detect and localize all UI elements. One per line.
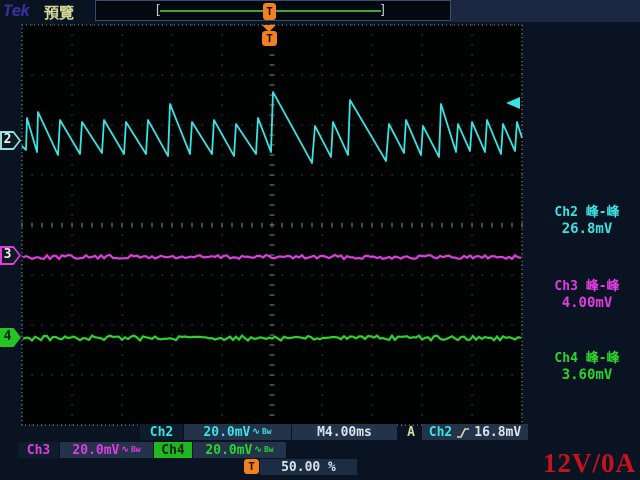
trigger-position-bar-icon[interactable]: T [263, 3, 276, 20]
measurement-ch2-pkpk: Ch2 峰-峰 26.8mV [534, 204, 640, 238]
ch2-scale-readout[interactable]: 20.0mV∿Bw [184, 424, 291, 440]
acq-window-right-bracket: ] [379, 3, 387, 18]
ch3-label-badge[interactable]: Ch3 [18, 442, 59, 458]
bandwidth-limit-icon: Bw [131, 446, 141, 454]
ch2-marker-number: 2 [0, 132, 15, 147]
timebase-readout[interactable]: M4.00ms [292, 424, 397, 440]
trigger-position-percent[interactable]: 50.00 % [260, 459, 357, 475]
topbar-right-panel [451, 0, 640, 22]
ch4-marker-number: 4 [0, 329, 15, 344]
ch3-marker-number: 3 [0, 247, 15, 262]
acquisition-mode-label: A [401, 424, 421, 440]
ac-coupling-icon: ∿ [254, 446, 262, 455]
tek-logo: Tek [3, 1, 29, 20]
graticule [22, 25, 522, 425]
measurement-ch3-label: 峰-峰 [586, 279, 620, 294]
rising-edge-slope-icon [456, 426, 470, 439]
measurement-ch2-channel: Ch2 [554, 205, 577, 220]
measurement-ch3-channel: Ch3 [554, 279, 577, 294]
trigger-position-badge-icon[interactable]: T [262, 31, 277, 46]
ac-coupling-icon: ∿ [121, 446, 129, 455]
measurement-ch4-channel: Ch4 [554, 351, 577, 366]
ch4-ground-marker[interactable]: 4 [0, 328, 21, 347]
measurement-ch2-value: 26.8mV [534, 221, 640, 238]
measurement-ch4-pkpk: Ch4 峰-峰 3.60mV [534, 350, 640, 384]
trigger-readout[interactable]: Ch2 16.8mV [422, 424, 528, 440]
oscilloscope-screen: Tek 預覽 [ ] T T 2 3 4 Ch2 峰-峰 26.8mV Ch3 … [0, 0, 640, 480]
psu-status-text: 12V/0A [543, 448, 636, 479]
ch4-label-badge-selected[interactable]: Ch4 [154, 442, 192, 458]
measurement-ch4-label: 峰-峰 [586, 351, 620, 366]
trigger-position-readout-icon: T [244, 459, 259, 474]
measurement-ch4-value: 3.60mV [534, 367, 640, 384]
ch3-ground-marker[interactable]: 3 [0, 246, 21, 265]
measurement-ch3-pkpk: Ch3 峰-峰 4.00mV [534, 278, 640, 312]
bandwidth-limit-icon: Bw [262, 428, 272, 436]
trigger-source-label: Ch2 [429, 426, 452, 439]
ch3-scale-readout[interactable]: 20.0mV∿Bw [60, 442, 153, 458]
preview-mode-label: 預覽 [44, 2, 74, 23]
ch2-ground-marker[interactable]: 2 [0, 131, 21, 150]
acquisition-bar: [ ] T [95, 0, 451, 21]
ac-coupling-icon: ∿ [252, 428, 260, 437]
trigger-level-value: 16.8mV [474, 426, 521, 439]
ch4-scale-readout[interactable]: 20.0mV∿Bw [193, 442, 286, 458]
ch2-label-badge[interactable]: Ch2 [140, 424, 183, 440]
measurement-ch3-value: 4.00mV [534, 295, 640, 312]
bandwidth-limit-icon: Bw [264, 446, 274, 454]
measurement-ch2-label: 峰-峰 [586, 205, 620, 220]
